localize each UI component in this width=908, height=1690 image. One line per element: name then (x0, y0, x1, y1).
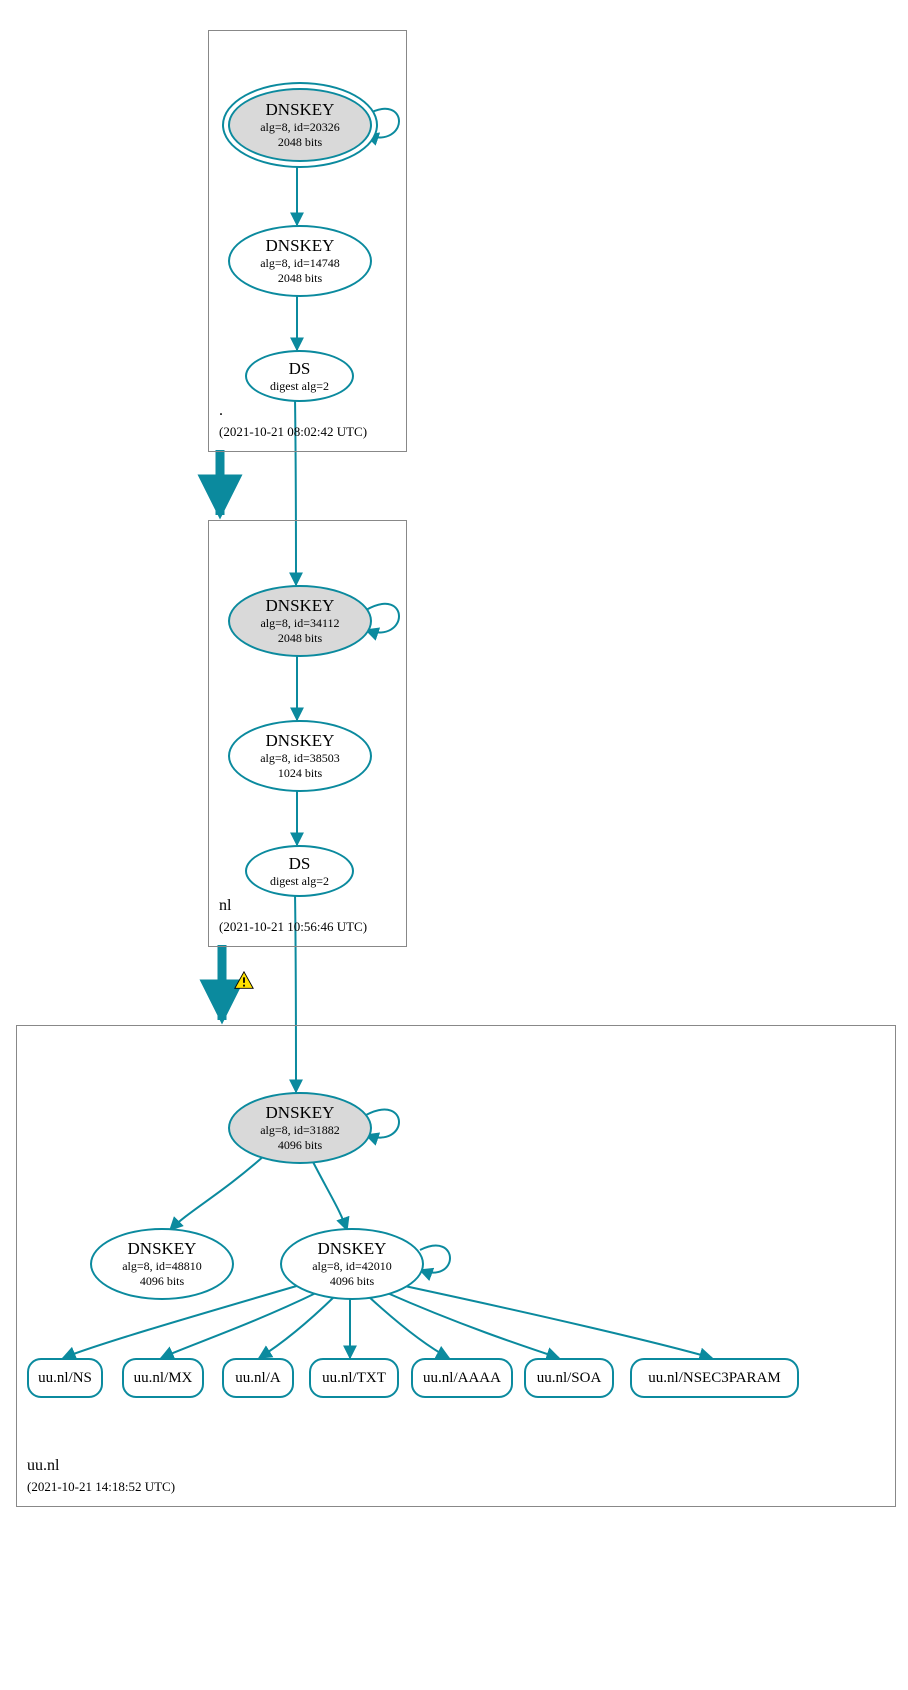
node-nl-zsk[interactable]: DNSKEY alg=8, id=38503 1024 bits (228, 720, 372, 792)
node-uu-ksk[interactable]: DNSKEY alg=8, id=31882 4096 bits (228, 1092, 372, 1164)
zone-uunl-ts: (2021-10-21 14:18:52 UTC) (27, 1479, 175, 1494)
zone-nl-name: nl (219, 897, 231, 914)
node-uu-zsk-title: DNSKEY (318, 1239, 387, 1259)
node-nl-ds-sub1: digest alg=2 (270, 874, 329, 889)
node-root-zsk-sub1: alg=8, id=14748 (260, 256, 340, 271)
node-nl-ds[interactable]: DS digest alg=2 (245, 845, 354, 897)
zone-root-label: . (2021-10-21 08:02:42 UTC) (219, 401, 367, 443)
zone-uunl-label: uu.nl (2021-10-21 14:18:52 UTC) (27, 1456, 175, 1498)
node-uu-ksk-title: DNSKEY (266, 1103, 335, 1123)
node-uu-k2-sub1: alg=8, id=48810 (122, 1259, 202, 1274)
rrset-aaaa-label: uu.nl/AAAA (423, 1370, 501, 1387)
node-uu-zsk-sub2: 4096 bits (330, 1274, 374, 1289)
node-root-ksk-title: DNSKEY (266, 100, 335, 120)
node-nl-zsk-sub1: alg=8, id=38503 (260, 751, 340, 766)
node-uu-zsk-sub1: alg=8, id=42010 (312, 1259, 392, 1274)
node-root-zsk[interactable]: DNSKEY alg=8, id=14748 2048 bits (228, 225, 372, 297)
node-nl-ksk[interactable]: DNSKEY alg=8, id=34112 2048 bits (228, 585, 372, 657)
rrset-soa-label: uu.nl/SOA (537, 1370, 602, 1387)
rrset-txt[interactable]: uu.nl/TXT (309, 1358, 399, 1398)
rrset-a[interactable]: uu.nl/A (222, 1358, 294, 1398)
node-uu-zsk[interactable]: DNSKEY alg=8, id=42010 4096 bits (280, 1228, 424, 1300)
rrset-ns-label: uu.nl/NS (38, 1370, 92, 1387)
rrset-txt-label: uu.nl/TXT (322, 1370, 386, 1387)
zone-root-name: . (219, 402, 223, 419)
rrset-soa[interactable]: uu.nl/SOA (524, 1358, 614, 1398)
node-root-ksk-sub2: 2048 bits (278, 135, 322, 150)
node-root-ds-sub1: digest alg=2 (270, 379, 329, 394)
node-uu-k2-title: DNSKEY (128, 1239, 197, 1259)
zone-nl-ts: (2021-10-21 10:56:46 UTC) (219, 919, 367, 934)
node-uu-k2[interactable]: DNSKEY alg=8, id=48810 4096 bits (90, 1228, 234, 1300)
node-nl-ds-title: DS (289, 854, 311, 874)
node-nl-zsk-title: DNSKEY (266, 731, 335, 751)
node-uu-ksk-sub2: 4096 bits (278, 1138, 322, 1153)
node-root-ds-title: DS (289, 359, 311, 379)
node-nl-ksk-sub2: 2048 bits (278, 631, 322, 646)
node-root-ds[interactable]: DS digest alg=2 (245, 350, 354, 402)
node-root-zsk-sub2: 2048 bits (278, 271, 322, 286)
node-root-ksk-sub1: alg=8, id=20326 (260, 120, 340, 135)
zone-nl-label: nl (2021-10-21 10:56:46 UTC) (219, 896, 367, 938)
rrset-a-label: uu.nl/A (235, 1370, 280, 1387)
rrset-nsec-label: uu.nl/NSEC3PARAM (648, 1370, 780, 1387)
zone-root-ts: (2021-10-21 08:02:42 UTC) (219, 424, 367, 439)
rrset-aaaa[interactable]: uu.nl/AAAA (411, 1358, 513, 1398)
node-uu-ksk-sub1: alg=8, id=31882 (260, 1123, 340, 1138)
rrset-ns[interactable]: uu.nl/NS (27, 1358, 103, 1398)
zone-uunl-name: uu.nl (27, 1457, 59, 1474)
node-nl-ksk-title: DNSKEY (266, 596, 335, 616)
node-uu-k2-sub2: 4096 bits (140, 1274, 184, 1289)
node-nl-zsk-sub2: 1024 bits (278, 766, 322, 781)
rrset-mx-label: uu.nl/MX (134, 1370, 193, 1387)
rrset-mx[interactable]: uu.nl/MX (122, 1358, 204, 1398)
warning-icon (233, 970, 255, 992)
node-root-ksk[interactable]: DNSKEY alg=8, id=20326 2048 bits (228, 88, 372, 162)
rrset-nsec[interactable]: uu.nl/NSEC3PARAM (630, 1358, 799, 1398)
node-root-zsk-title: DNSKEY (266, 236, 335, 256)
node-nl-ksk-sub1: alg=8, id=34112 (260, 616, 339, 631)
